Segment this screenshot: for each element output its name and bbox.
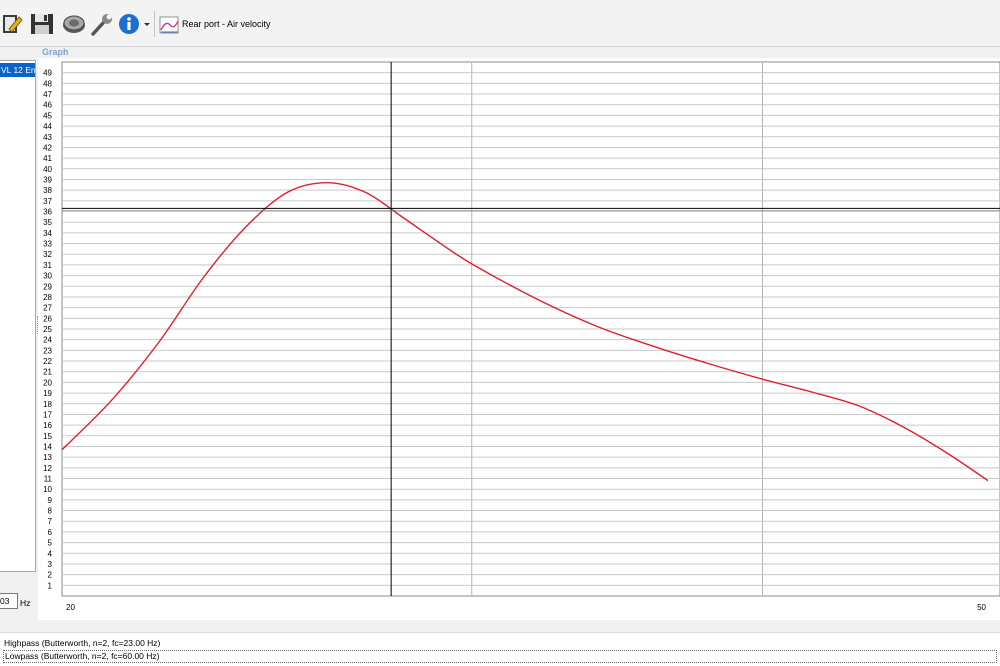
y-tick-label: 32	[43, 250, 52, 259]
y-tick-label: 11	[44, 475, 53, 484]
y-tick-label: 6	[48, 528, 53, 537]
filter-highpass[interactable]: Highpass (Butterworth, n=2, fc=23.00 Hz)	[4, 638, 160, 649]
y-tick-label: 8	[48, 507, 53, 516]
y-tick-label: 48	[43, 79, 52, 88]
wrench-icon[interactable]	[90, 11, 114, 37]
y-tick-label: 30	[43, 272, 52, 281]
y-tick-label: 5	[48, 539, 53, 548]
y-tick-label: 3	[48, 560, 53, 569]
y-tick-label: 7	[48, 517, 53, 526]
graph-panel[interactable]: 1 2 3 4 5 6 7 8 9 10 11 12 13 14 15 16 17 18 19 20 21 22 23 24 2…	[38, 58, 1000, 620]
y-tick-label: 46	[43, 101, 52, 110]
y-tick-label: 4	[48, 549, 53, 558]
y-tick-label: 34	[43, 229, 52, 238]
y-tick-label: 33	[43, 240, 52, 249]
y-tick-label: 25	[43, 325, 52, 334]
y-tick-label: 26	[43, 314, 52, 323]
y-tick-label: 22	[43, 357, 52, 366]
y-tick-label: 20	[43, 378, 52, 387]
y-tick-label: 40	[43, 165, 52, 174]
graph-icon[interactable]	[158, 11, 180, 37]
save-icon[interactable]	[30, 11, 56, 37]
y-tick-label: 27	[43, 304, 52, 313]
list-item-selected[interactable]: VL 12 Enc	[0, 63, 35, 77]
view-label: Rear port - Air velocity	[182, 19, 271, 29]
y-tick-label: 39	[43, 175, 52, 184]
y-tick-label: 1	[48, 581, 53, 590]
y-tick-label: 36	[43, 208, 52, 217]
y-tick-label: 12	[43, 464, 52, 473]
y-tick-label: 14	[43, 442, 52, 451]
toolbar-separator	[154, 11, 155, 37]
y-tick-label: 35	[43, 218, 52, 227]
air-velocity-chart[interactable]: 1234567891011121314151617181920212223242…	[38, 58, 1000, 620]
edit-icon[interactable]	[2, 11, 24, 37]
filter-list: Highpass (Butterworth, n=2, fc=23.00 Hz)…	[0, 632, 1000, 666]
y-tick-label: 28	[43, 293, 52, 302]
y-tick-label: 9	[48, 496, 53, 505]
y-tick-label: 24	[43, 336, 52, 345]
graph-title: Graph	[42, 47, 69, 57]
y-tick-label: 49	[43, 69, 52, 78]
y-tick-label: 23	[43, 346, 52, 355]
y-tick-label: 44	[43, 122, 52, 131]
y-tick-label: 29	[43, 282, 52, 291]
y-tick-label: 43	[43, 133, 52, 142]
y-tick-label: 41	[43, 154, 52, 163]
frequency-unit-label: Hz	[20, 598, 31, 608]
y-tick-label: 18	[43, 400, 52, 409]
project-list[interactable]: VL 12 Enc	[0, 60, 36, 572]
y-tick-label: 37	[43, 197, 52, 206]
y-tick-label: 13	[43, 453, 52, 462]
y-tick-label: 31	[43, 261, 52, 270]
y-tick-label: 2	[48, 571, 53, 580]
y-tick-label: 19	[43, 389, 52, 398]
filter-lowpass[interactable]: Lowpass (Butterworth, n=2, fc=60.00 Hz)	[3, 650, 997, 663]
x-tick-label: 50	[977, 603, 986, 612]
y-tick-label: 16	[43, 421, 52, 430]
toolbar: Rear port - Air velocity	[0, 0, 1000, 47]
y-tick-label: 21	[43, 368, 52, 377]
y-tick-label: 45	[43, 111, 52, 120]
frequency-input[interactable]: 03	[0, 593, 18, 609]
y-tick-label: 10	[43, 485, 52, 494]
x-tick-label: 20	[66, 603, 75, 612]
y-tick-label: 42	[43, 143, 52, 152]
y-tick-label: 47	[43, 90, 52, 99]
chevron-down-icon[interactable]	[143, 11, 151, 37]
y-tick-label: 15	[43, 432, 52, 441]
info-icon[interactable]	[118, 11, 142, 37]
driver-icon[interactable]	[62, 11, 86, 37]
y-tick-label: 17	[43, 410, 52, 419]
y-tick-label: 38	[43, 186, 52, 195]
